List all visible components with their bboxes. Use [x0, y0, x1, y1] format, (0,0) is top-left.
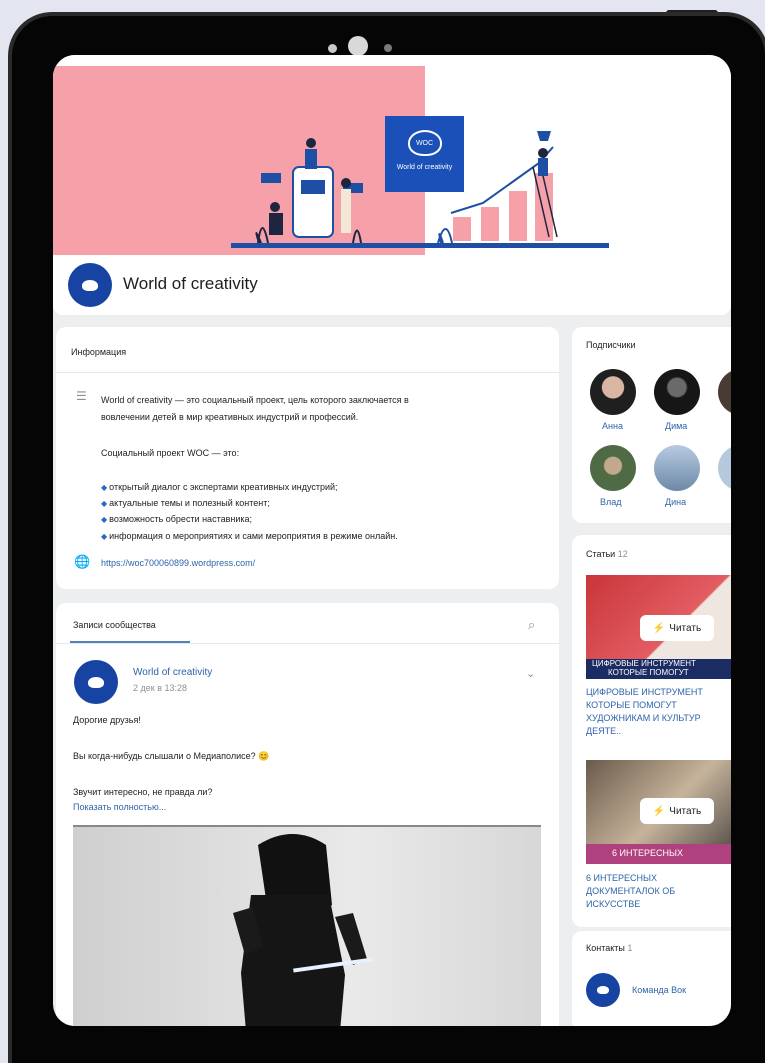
articles-count: 12	[617, 549, 628, 559]
diamond-icon: ◆	[101, 515, 108, 524]
thumbnail-overlay-text: КОТОРЫЕ ПОМОГУТ	[608, 668, 689, 677]
subscriber-avatar[interactable]	[718, 369, 731, 415]
article-title-line[interactable]: ЦИФРОВЫЕ ИНСТРУМЕНТ	[586, 687, 703, 697]
globe-icon: 🌐	[74, 554, 91, 569]
articles-title-text: Статьи	[586, 549, 616, 559]
info-list-title: Социальный проект WOC — это:	[101, 448, 240, 458]
subscriber-avatar[interactable]	[654, 445, 700, 491]
subscriber-name[interactable]: Дима	[665, 421, 687, 431]
contacts-count: 1	[627, 943, 633, 953]
contacts-title-text: Контакты	[586, 943, 625, 953]
lightning-icon: ⚡	[652, 622, 666, 634]
article-thumbnail[interactable]: ЦИФРОВЫЕ ИНСТРУМЕНТ КОТОРЫЕ ПОМОГУТ ⚡ Чит…	[586, 575, 731, 679]
post-date[interactable]: 2 дек в 13:28	[133, 683, 187, 693]
article-thumbnail[interactable]: 6 ИНТЕРЕСНЫХ ⚡ Читать	[586, 760, 731, 864]
subscriber-name[interactable]: Дина	[665, 497, 686, 507]
community-avatar[interactable]	[68, 263, 112, 307]
subscriber-avatar[interactable]	[654, 369, 700, 415]
subscriber-avatar[interactable]	[718, 445, 731, 491]
subscriber-name[interactable]: Влад	[600, 497, 622, 507]
info-bullet-text: открытый диалог с экспертами креативных …	[109, 482, 338, 492]
contacts-title[interactable]: Контакты 1	[586, 943, 632, 953]
description-icon: ☰	[76, 389, 87, 403]
info-bullet: ◆ открытый диалог с экспертами креативных…	[101, 482, 338, 492]
post-text-line: Звучит интересно, не правда ли?	[73, 787, 213, 797]
cloud-icon	[597, 986, 609, 994]
diamond-icon: ◆	[101, 483, 108, 492]
article-title-line[interactable]: ХУДОЖНИКАМ И КУЛЬТУР	[586, 713, 701, 723]
cloud-icon	[82, 279, 98, 291]
info-bullet-text: актуальные темы и полезный контент;	[109, 498, 270, 508]
logo-text: WOC	[415, 139, 434, 147]
thumbnail-overlay-text: ЦИФРОВЫЕ ИНСТРУМЕНТ	[592, 659, 696, 668]
thumbnail-overlay-text: 6 ИНТЕРЕСНЫХ	[612, 848, 683, 858]
info-bullet-text: возможность обрести наставника;	[109, 514, 253, 524]
subscribers-title[interactable]: Подписчики	[586, 340, 636, 350]
tab-community-posts[interactable]: Записи сообщества	[73, 620, 156, 630]
article-title-line[interactable]: ДОКУМЕНТАЛОК ОБ	[586, 886, 675, 896]
website-link[interactable]: https://woc700060899.wordpress.com/	[101, 558, 255, 568]
subscribers-card: Подписчики Анна Дима Ев Влад Дина Жу	[572, 327, 731, 523]
post-text-line: Вы когда-нибудь слышали о Медиаполисе? 😊	[73, 751, 270, 761]
logo-subtext: World of creativity	[396, 164, 453, 171]
community-logo-box: WOC World of creativity	[385, 116, 464, 192]
subscriber-avatar[interactable]	[590, 369, 636, 415]
camera-lens	[348, 36, 368, 56]
screen: WOC World of creativity World of creativ…	[53, 55, 731, 1026]
show-more-link[interactable]: Показать полностью...	[73, 802, 166, 812]
article-title-line[interactable]: 6 ИНТЕРЕСНЫХ	[586, 873, 657, 883]
camera-bar	[12, 28, 765, 56]
article-title-line[interactable]: ИСКУССТВЕ	[586, 899, 640, 909]
search-icon[interactable]: ⌕	[528, 617, 535, 633]
community-name: World of creativity	[123, 274, 258, 293]
subscriber-avatar[interactable]	[590, 445, 636, 491]
post-text-line: Дорогие друзья!	[73, 715, 141, 725]
wall-card: Записи сообщества ⌕ World of creativity …	[56, 603, 559, 1026]
post-image-figure	[233, 834, 373, 1026]
read-label: Читать	[669, 805, 702, 817]
info-description-line2: вовлечении детей в мир креативных индуст…	[101, 412, 359, 422]
lightning-icon: ⚡	[652, 805, 666, 817]
post-author-name[interactable]: World of creativity	[133, 667, 212, 678]
info-bullet: ◆ возможность обрести наставника;	[101, 514, 252, 524]
contact-name[interactable]: Команда Вок	[632, 985, 686, 995]
info-card: Информация ☰ World of creativity — это с…	[56, 327, 559, 589]
read-button[interactable]: ⚡ Читать	[640, 615, 714, 641]
articles-card: Статьи 12 ЦИФРОВЫЕ ИНСТРУМЕНТ КОТОРЫЕ ПО…	[572, 535, 731, 927]
read-label: Читать	[669, 622, 702, 634]
contact-avatar[interactable]	[586, 973, 620, 1007]
sensor-dot	[384, 44, 392, 52]
info-bullet-text: информация о мероприятиях и сами меропри…	[109, 531, 398, 541]
community-cover: WOC World of creativity	[53, 55, 731, 255]
post-author-avatar[interactable]	[74, 660, 118, 704]
community-header: World of creativity	[53, 255, 731, 315]
diamond-icon: ◆	[101, 499, 108, 508]
cloud-icon	[88, 676, 104, 688]
info-bullet: ◆ информация о мероприятиях и сами меропр…	[101, 531, 398, 541]
sensor-dot	[328, 44, 337, 53]
chevron-down-icon[interactable]: ⌄	[526, 667, 535, 680]
subscriber-name[interactable]: Анна	[602, 421, 623, 431]
logo-cloud-icon: WOC	[407, 130, 442, 156]
divider	[56, 372, 559, 373]
articles-title[interactable]: Статьи 12	[586, 549, 628, 559]
diamond-icon: ◆	[101, 532, 108, 541]
info-bullet: ◆ актуальные темы и полезный контент;	[101, 498, 270, 508]
article-title-line[interactable]: ДЕЯТЕ..	[586, 726, 621, 736]
article-title-line[interactable]: КОТОРЫЕ ПОМОГУТ	[586, 700, 677, 710]
cover-floor-line	[231, 243, 609, 248]
info-title: Информация	[71, 347, 127, 357]
info-description-line1: World of creativity — это социальный про…	[101, 395, 409, 405]
read-button[interactable]: ⚡ Читать	[640, 798, 714, 824]
divider	[56, 643, 559, 644]
contacts-card: Контакты 1 Команда Вок	[572, 931, 731, 1026]
post-image[interactable]	[73, 825, 541, 1026]
